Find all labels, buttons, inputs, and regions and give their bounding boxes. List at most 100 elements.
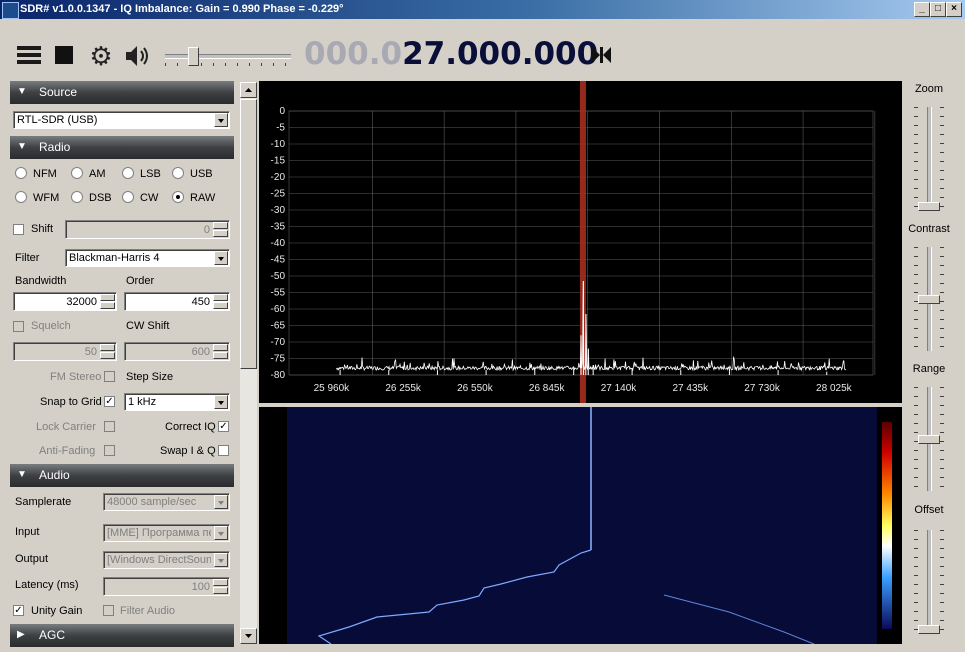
- cw-shift-stepper[interactable]: 600: [124, 342, 230, 361]
- snap-to-grid-checkbox[interactable]: ✓: [104, 396, 115, 407]
- close-button[interactable]: ×: [946, 2, 962, 17]
- shift-checkbox[interactable]: [13, 224, 24, 235]
- step-size-label: Step Size: [126, 371, 174, 383]
- radio-circle[interactable]: [15, 167, 27, 179]
- filter-select[interactable]: Blackman-Harris 4: [65, 249, 230, 267]
- x-tick-label: 26 255k: [385, 383, 422, 394]
- zoom-slider-thumb[interactable]: [918, 202, 940, 211]
- radio-circle[interactable]: [71, 191, 83, 203]
- x-tick-label: 25 960k: [314, 383, 351, 394]
- contrast-label: Contrast: [908, 223, 950, 235]
- offset-label: Offset: [914, 504, 944, 516]
- chevron-down-icon[interactable]: [214, 495, 228, 509]
- output-device-select[interactable]: [Windows DirectSound: [103, 551, 230, 569]
- window-title: SDR# v1.0.0.1347 - IQ Imbalance: Gain = …: [20, 3, 344, 15]
- audio-section-header[interactable]: ▼ Audio: [10, 464, 234, 487]
- shift-stepper[interactable]: 0: [65, 220, 230, 239]
- y-tick-label: -20: [271, 172, 286, 183]
- collapse-arrow-icon: ▼: [17, 469, 27, 480]
- title-bar: SDR# v1.0.0.1347 - IQ Imbalance: Gain = …: [0, 0, 965, 19]
- unity-gain-checkbox[interactable]: ✓: [13, 605, 24, 616]
- x-tick-label: 26 845k: [529, 383, 566, 394]
- volume-slider[interactable]: [165, 44, 291, 68]
- output-label: Output: [15, 553, 49, 565]
- offset-slider-thumb[interactable]: [918, 625, 940, 634]
- radio-circle[interactable]: [122, 167, 134, 179]
- contrast-slider-thumb[interactable]: [918, 295, 940, 304]
- fm-stereo-checkbox[interactable]: [104, 371, 115, 382]
- mode-radio-dsb[interactable]: DSB: [71, 191, 112, 204]
- chevron-down-icon[interactable]: [214, 553, 228, 567]
- swap-iq-label: Swap I & Q: [160, 445, 216, 457]
- radio-section-header[interactable]: ▼ Radio: [10, 136, 234, 159]
- spectrum-analyzer[interactable]: 0 -5 -10 -15 -20 -25 -30 -35 -40 -45 -50 -55 -60 -65 -…: [259, 81, 902, 403]
- source-section-header[interactable]: ▼ Source: [10, 81, 234, 104]
- mode-radio-am[interactable]: AM: [71, 167, 106, 180]
- minimize-button[interactable]: _: [914, 2, 930, 17]
- skip-tune-icon[interactable]: [590, 44, 614, 66]
- radio-circle[interactable]: [122, 191, 134, 203]
- y-tick-label: -55: [271, 288, 286, 299]
- mode-radio-lsb[interactable]: LSB: [122, 167, 161, 180]
- speaker-icon[interactable]: [124, 43, 152, 69]
- chevron-down-icon[interactable]: [214, 395, 228, 409]
- radio-circle[interactable]: [71, 167, 83, 179]
- hamburger-menu-icon[interactable]: [15, 44, 43, 68]
- radio-circle[interactable]: [172, 191, 184, 203]
- range-slider[interactable]: [912, 387, 946, 491]
- filter-audio-checkbox[interactable]: [103, 605, 114, 616]
- mode-radio-wfm[interactable]: WFM: [15, 191, 59, 204]
- spectrum-plot[interactable]: 0 -5 -10 -15 -20 -25 -30 -35 -40 -45 -50 -55 -60 -65 -…: [259, 81, 902, 403]
- squelch-checkbox[interactable]: [13, 321, 24, 332]
- frequency-leading-digits[interactable]: 000.0: [304, 36, 402, 72]
- chevron-down-icon[interactable]: [214, 113, 228, 127]
- order-stepper[interactable]: 450: [124, 292, 230, 311]
- mode-radio-nfm[interactable]: NFM: [15, 167, 57, 180]
- mode-radio-cw[interactable]: CW: [122, 191, 158, 204]
- mode-radio-usb[interactable]: USB: [172, 167, 213, 180]
- anti-fading-checkbox[interactable]: [104, 445, 115, 456]
- y-tick-label: -25: [271, 189, 286, 200]
- order-value: 450: [191, 296, 210, 308]
- waterfall-plot[interactable]: [259, 407, 902, 644]
- latency-stepper[interactable]: 100: [103, 577, 230, 596]
- source-device-select[interactable]: RTL-SDR (USB): [13, 111, 230, 129]
- frequency-active-digits[interactable]: 27.000.000: [402, 36, 598, 72]
- frequency-display[interactable]: 000.027.000.000: [304, 36, 598, 72]
- zoom-slider[interactable]: [912, 107, 946, 211]
- mode-label: AM: [89, 168, 106, 180]
- y-tick-label: -40: [271, 238, 286, 249]
- bandwidth-stepper[interactable]: 32000: [13, 292, 117, 311]
- mode-radio-raw[interactable]: RAW: [172, 191, 215, 204]
- volume-slider-thumb[interactable]: [188, 47, 199, 66]
- mode-label: NFM: [33, 168, 57, 180]
- radio-circle[interactable]: [15, 191, 27, 203]
- collapse-arrow-icon: ▼: [17, 86, 27, 97]
- lock-carrier-checkbox[interactable]: [104, 421, 115, 432]
- step-size-select[interactable]: 1 kHz: [124, 393, 230, 411]
- swap-iq-checkbox[interactable]: [218, 445, 229, 456]
- left-panel-scrollbar[interactable]: [240, 82, 257, 644]
- stop-icon[interactable]: [55, 46, 73, 64]
- offset-slider[interactable]: [912, 530, 946, 634]
- range-label: Range: [912, 363, 946, 375]
- scrollbar-thumb[interactable]: [240, 99, 257, 369]
- latency-value: 100: [191, 581, 210, 593]
- chevron-down-icon[interactable]: [214, 251, 228, 265]
- correct-iq-checkbox[interactable]: ✓: [218, 421, 229, 432]
- contrast-slider[interactable]: [912, 247, 946, 351]
- samplerate-select[interactable]: 48000 sample/sec: [103, 493, 230, 511]
- chevron-down-icon[interactable]: [214, 526, 228, 540]
- waterfall-display[interactable]: [259, 407, 902, 644]
- agc-section-header[interactable]: ▶ AGC: [10, 624, 234, 647]
- collapse-arrow-icon: ▼: [17, 141, 27, 152]
- scroll-down-button[interactable]: [240, 628, 257, 644]
- scroll-up-button[interactable]: [240, 82, 257, 98]
- maximize-button[interactable]: □: [930, 2, 946, 17]
- range-slider-thumb[interactable]: [918, 435, 940, 444]
- radio-circle[interactable]: [172, 167, 184, 179]
- input-device-select[interactable]: [MME] Программа пе: [103, 524, 230, 542]
- bandwidth-value: 32000: [66, 296, 97, 308]
- squelch-stepper[interactable]: 50: [13, 342, 117, 361]
- gear-icon[interactable]: ⚙: [88, 43, 114, 69]
